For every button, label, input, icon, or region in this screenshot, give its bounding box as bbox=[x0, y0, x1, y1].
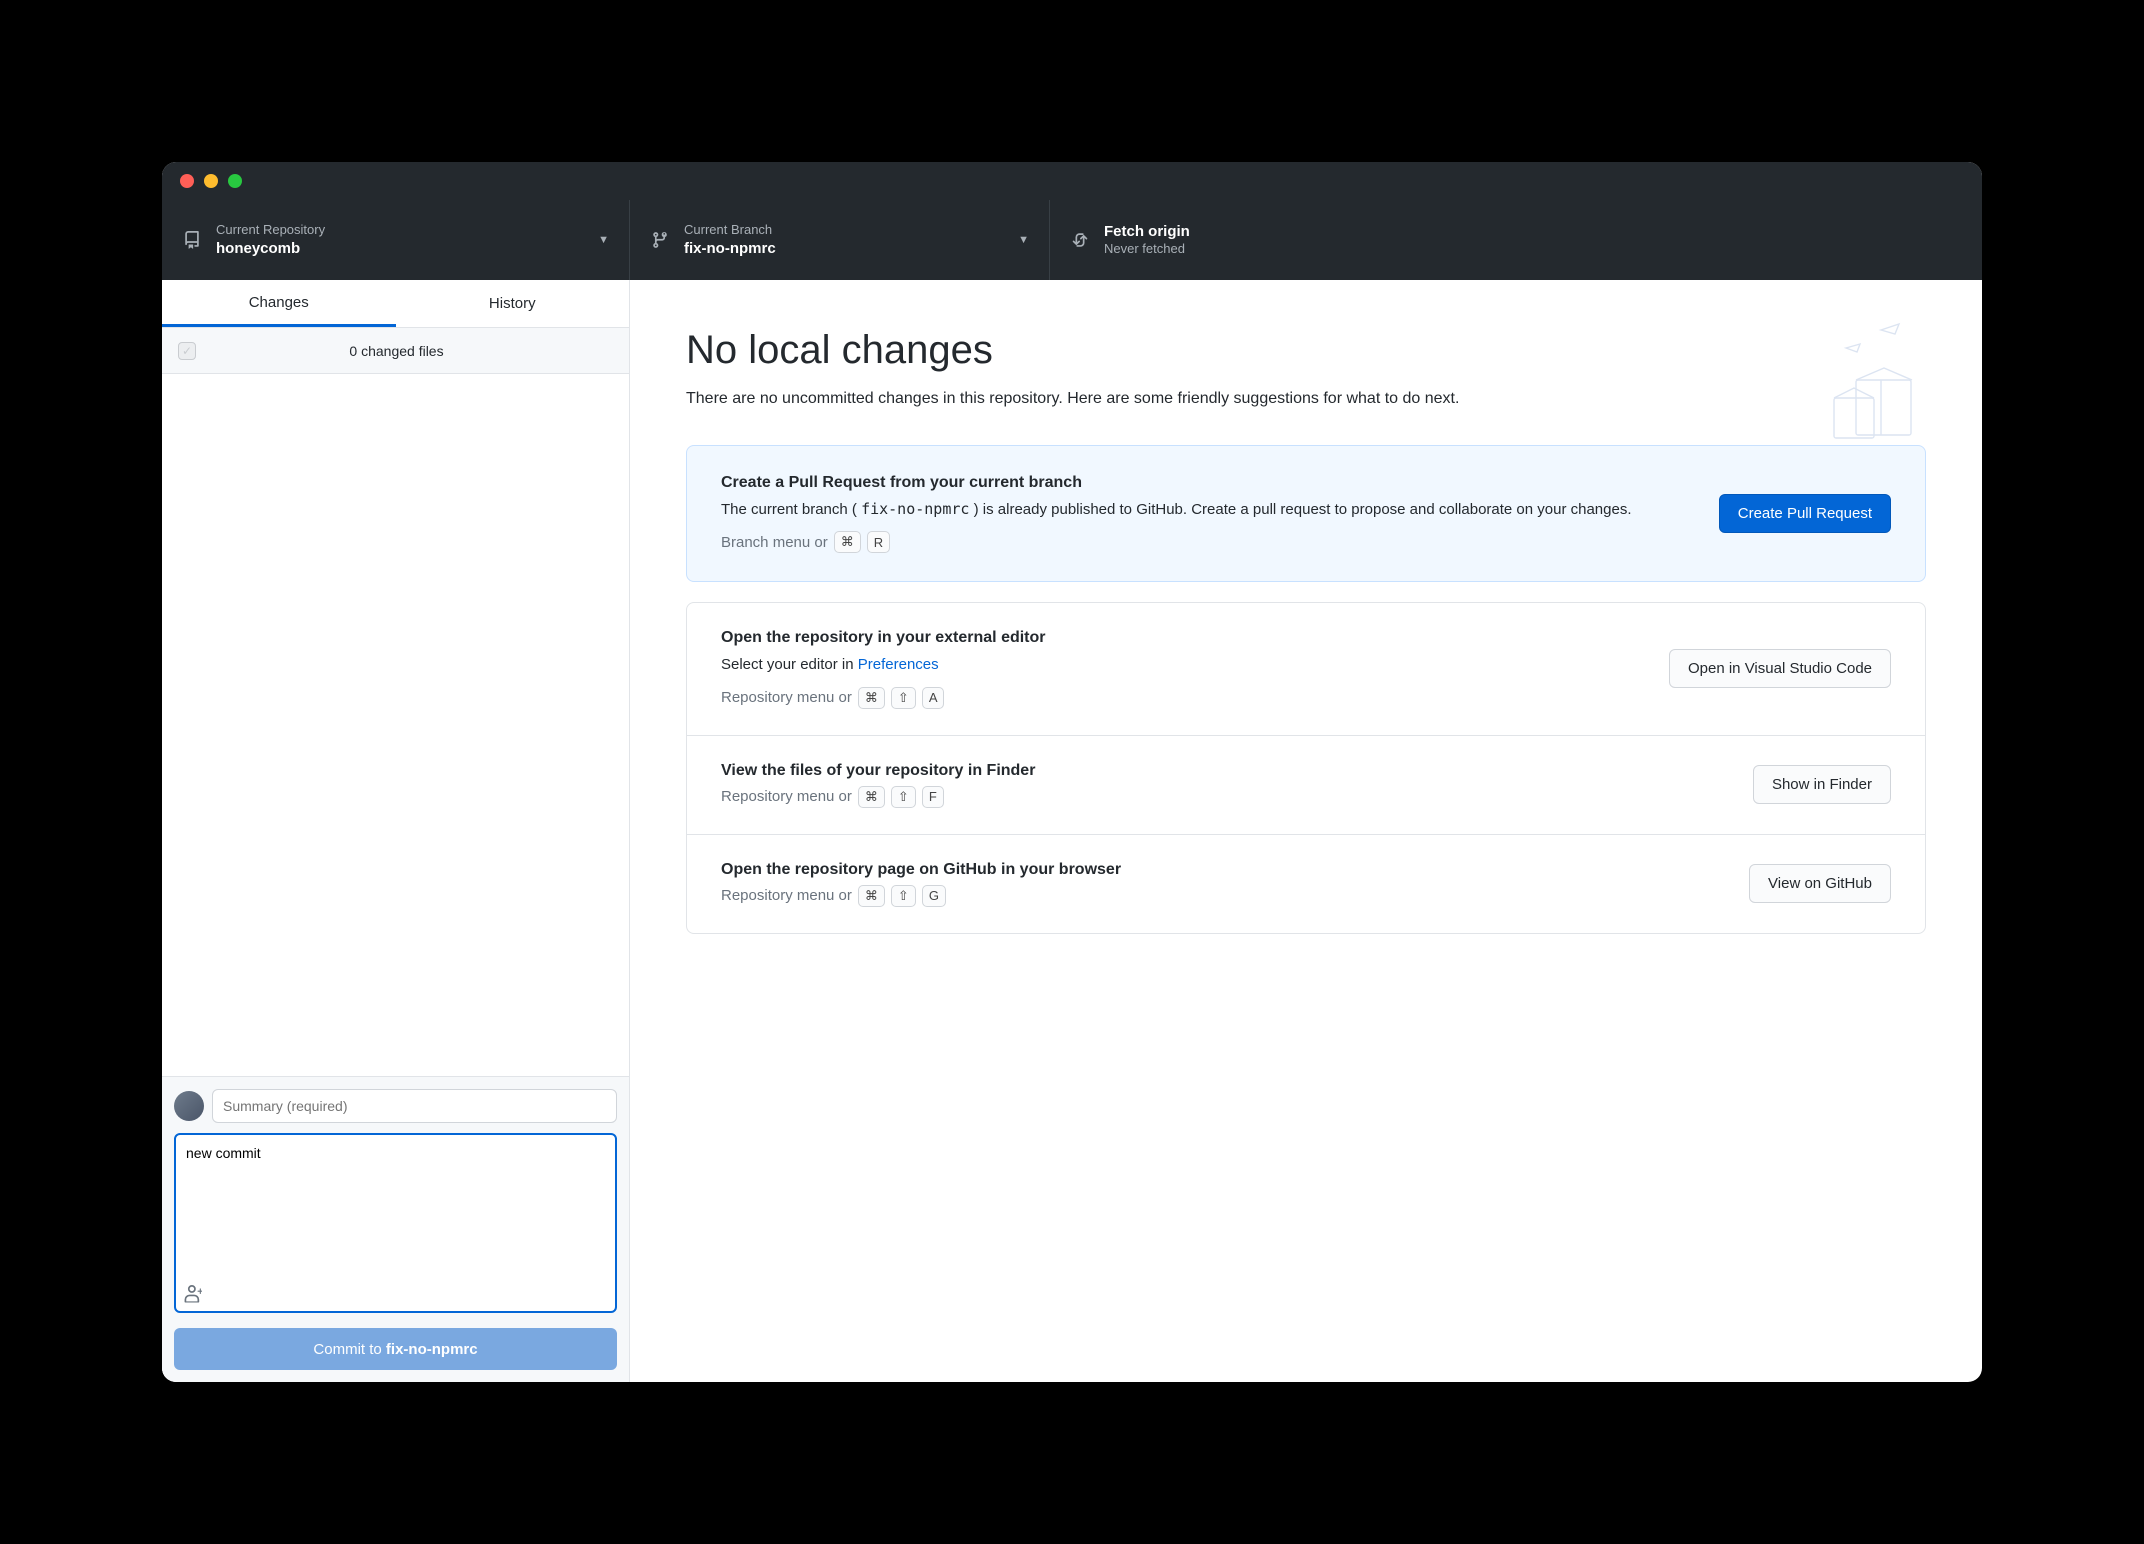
card-hint: Repository menu or ⌘ ⇧ F bbox=[721, 786, 1729, 808]
kbd-cmd: ⌘ bbox=[858, 885, 885, 907]
toolbar: Current Repository honeycomb ▼ Current B… bbox=[162, 200, 1982, 280]
commit-description-input[interactable] bbox=[174, 1133, 617, 1313]
card-hint: Branch menu or ⌘ R bbox=[721, 531, 1695, 553]
card-view-github: Open the repository page on GitHub in yo… bbox=[687, 835, 1925, 933]
kbd-cmd: ⌘ bbox=[858, 786, 885, 808]
changes-header: ✓ 0 changed files bbox=[162, 328, 629, 374]
create-pull-request-button[interactable]: Create Pull Request bbox=[1719, 494, 1891, 533]
add-coauthor-icon[interactable] bbox=[184, 1285, 202, 1308]
branch-name: fix-no-npmrc bbox=[861, 500, 969, 518]
close-window[interactable] bbox=[180, 174, 194, 188]
commit-button[interactable]: Commit to fix-no-npmrc bbox=[174, 1328, 617, 1370]
show-in-finder-button[interactable]: Show in Finder bbox=[1753, 765, 1891, 804]
kbd-r: R bbox=[867, 531, 890, 553]
kbd-cmd: ⌘ bbox=[834, 531, 861, 553]
branch-value: fix-no-npmrc bbox=[684, 239, 1004, 259]
main-content: No local changes There are no uncommitte… bbox=[630, 280, 1982, 1382]
kbd-shift: ⇧ bbox=[891, 687, 916, 709]
card-hint: Repository menu or ⌘ ⇧ G bbox=[721, 885, 1725, 907]
select-all-checkbox[interactable]: ✓ bbox=[178, 342, 196, 360]
card-desc: The current branch ( fix-no-npmrc ) is a… bbox=[721, 498, 1695, 521]
kbd-g: G bbox=[922, 885, 946, 907]
kbd-cmd: ⌘ bbox=[858, 687, 885, 709]
kbd-a: A bbox=[922, 687, 945, 709]
repo-value: honeycomb bbox=[216, 239, 584, 259]
page-title: No local changes bbox=[686, 328, 1926, 373]
card-title: Open the repository page on GitHub in yo… bbox=[721, 861, 1725, 879]
tab-history[interactable]: History bbox=[396, 280, 630, 327]
kbd-shift: ⇧ bbox=[891, 885, 916, 907]
card-title: View the files of your repository in Fin… bbox=[721, 762, 1729, 780]
fetch-value: Never fetched bbox=[1104, 241, 1190, 258]
commit-label: Commit to bbox=[313, 1341, 386, 1358]
card-desc: Select your editor in Preferences bbox=[721, 653, 1645, 676]
app-window: Current Repository honeycomb ▼ Current B… bbox=[162, 162, 1982, 1382]
maximize-window[interactable] bbox=[228, 174, 242, 188]
view-on-github-button[interactable]: View on GitHub bbox=[1749, 864, 1891, 903]
empty-illustration bbox=[1786, 320, 1926, 450]
kbd-shift: ⇧ bbox=[891, 786, 916, 808]
branch-label: Current Branch bbox=[684, 222, 1004, 239]
chevron-down-icon: ▼ bbox=[598, 234, 609, 246]
repo-icon bbox=[182, 230, 202, 250]
chevron-down-icon: ▼ bbox=[1018, 234, 1029, 246]
commit-summary-input[interactable] bbox=[212, 1089, 617, 1123]
fetch-button[interactable]: Fetch origin Never fetched bbox=[1050, 200, 1230, 280]
commit-form: Commit to fix-no-npmrc bbox=[162, 1076, 629, 1382]
changed-files-count: 0 changed files bbox=[210, 343, 613, 359]
sidebar: Changes History ✓ 0 changed files bbox=[162, 280, 630, 1382]
titlebar[interactable] bbox=[162, 162, 1982, 200]
page-subtitle: There are no uncommitted changes in this… bbox=[686, 387, 1586, 411]
minimize-window[interactable] bbox=[204, 174, 218, 188]
card-hint: Repository menu or ⌘ ⇧ A bbox=[721, 687, 1645, 709]
kbd-f: F bbox=[922, 786, 944, 808]
tab-changes[interactable]: Changes bbox=[162, 280, 396, 327]
card-pull-request: Create a Pull Request from your current … bbox=[686, 445, 1926, 582]
branch-selector[interactable]: Current Branch fix-no-npmrc ▼ bbox=[630, 200, 1050, 280]
card-show-finder: View the files of your repository in Fin… bbox=[687, 736, 1925, 835]
card-title: Create a Pull Request from your current … bbox=[721, 474, 1695, 492]
repo-label: Current Repository bbox=[216, 222, 584, 239]
avatar[interactable] bbox=[174, 1091, 204, 1121]
preferences-link[interactable]: Preferences bbox=[858, 656, 939, 673]
sync-icon bbox=[1070, 230, 1090, 250]
branch-icon bbox=[650, 230, 670, 250]
repo-selector[interactable]: Current Repository honeycomb ▼ bbox=[162, 200, 630, 280]
fetch-label: Fetch origin bbox=[1104, 222, 1190, 242]
card-title: Open the repository in your external edi… bbox=[721, 629, 1645, 647]
commit-branch: fix-no-npmrc bbox=[386, 1341, 478, 1358]
card-open-editor: Open the repository in your external edi… bbox=[687, 603, 1925, 735]
changes-list bbox=[162, 374, 629, 1076]
open-editor-button[interactable]: Open in Visual Studio Code bbox=[1669, 649, 1891, 688]
